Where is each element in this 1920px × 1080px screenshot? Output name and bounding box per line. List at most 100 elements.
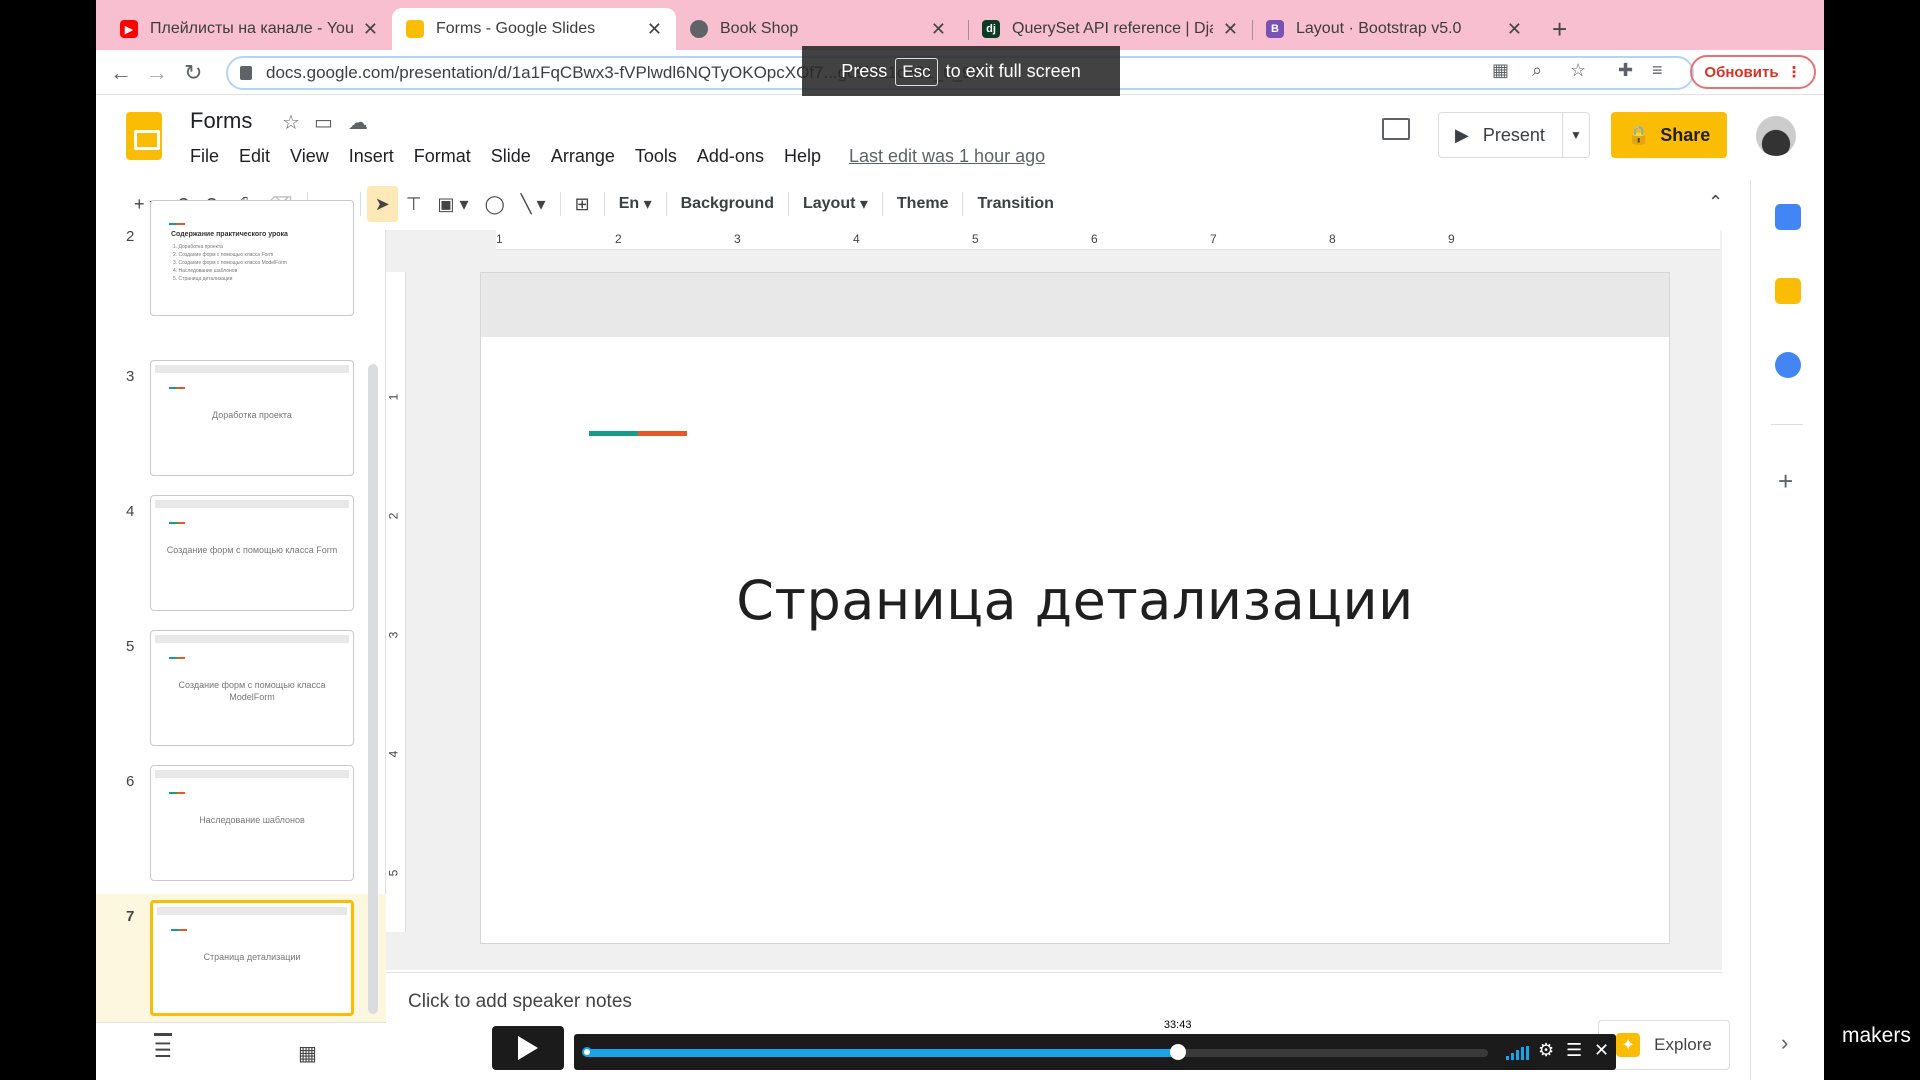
slide-thumbnail[interactable]: Создание форм с помощью класса ModelForm	[150, 630, 354, 746]
tab-bootstrap[interactable]: B Layout · Bootstrap v5.0 ✕	[1252, 8, 1536, 50]
slide-filmstrip: 2 Содержание практического урока 1. Дора…	[96, 200, 386, 1024]
chevron-right-icon[interactable]: ›	[1781, 1030, 1788, 1056]
menu-help[interactable]: Help	[784, 146, 821, 167]
filmstrip-scrollbar[interactable]	[368, 364, 378, 1014]
zoom-icon[interactable]: ⌕	[1532, 60, 1542, 81]
slide-thumbnail[interactable]: Доработка проекта	[150, 360, 354, 476]
toolbar-divider	[559, 192, 561, 216]
slide-thumbnail-row[interactable]: 5 Создание форм с помощью класса ModelFo…	[96, 624, 386, 754]
qr-code-icon[interactable]: ▦	[1492, 60, 1509, 81]
extensions-icon[interactable]: ✚	[1618, 60, 1633, 81]
slides-logo-icon[interactable]	[126, 112, 162, 160]
share-button[interactable]: 🔒 Share	[1611, 112, 1727, 158]
input-tools-button[interactable]: En ▾	[611, 186, 660, 222]
document-title[interactable]: Forms	[190, 108, 252, 134]
ruler-number: 5	[386, 869, 401, 877]
horizontal-ruler: 1 2 3 4 5 6 7 8 9	[496, 230, 1720, 250]
transition-button[interactable]: Transition	[969, 186, 1061, 222]
menu-tools[interactable]: Tools	[635, 146, 677, 167]
image-icon[interactable]: ▣ ▾	[430, 186, 477, 222]
list-item: 5. Страница детализации	[173, 276, 233, 282]
tasks-icon[interactable]	[1775, 352, 1801, 378]
close-tab-icon[interactable]: ✕	[1507, 19, 1522, 40]
slide-title[interactable]: Страница детализации	[481, 569, 1669, 632]
comment-history-icon[interactable]	[1382, 118, 1410, 140]
thumbnail-list: 1. Доработка проекта 2. Создание форм с …	[173, 243, 287, 283]
progress-bar-container: 33:43 ⚙ ☰ ✕	[574, 1018, 1616, 1070]
keep-icon[interactable]	[1775, 278, 1801, 304]
slide-thumbnail-row[interactable]: 4 Создание форм с помощью класса Form	[96, 489, 386, 619]
close-tab-icon[interactable]: ✕	[647, 19, 662, 40]
chevron-up-icon[interactable]: ⌃	[1708, 192, 1723, 213]
move-folder-icon[interactable]: ▭	[314, 110, 333, 135]
slide-canvas[interactable]: Страница детализации	[480, 272, 1670, 944]
bookmark-star-icon[interactable]: ☆	[1570, 60, 1586, 81]
last-edit-link[interactable]: Last edit was 1 hour ago	[849, 146, 1045, 167]
accent-line	[169, 792, 185, 794]
fullscreen-exit-icon[interactable]: ✕	[1594, 1040, 1609, 1061]
slide-thumbnail-row[interactable]: 2 Содержание практического урока 1. Дора…	[96, 200, 386, 330]
add-comment-icon[interactable]: ⊞	[567, 186, 598, 222]
update-browser-button[interactable]: Обновить ⋮	[1690, 55, 1816, 89]
settings-icon[interactable]: ⚙	[1538, 1040, 1554, 1061]
ruler-number: 2	[615, 232, 622, 246]
new-tab-icon[interactable]: +	[1552, 14, 1567, 45]
calendar-icon[interactable]	[1775, 204, 1801, 230]
forward-icon[interactable]: →	[146, 60, 168, 86]
close-tab-icon[interactable]: ✕	[931, 19, 946, 40]
speaker-notes-placeholder[interactable]: Click to add speaker notes	[408, 991, 632, 1013]
menu-arrange[interactable]: Arrange	[551, 146, 615, 167]
tab-title: QuerySet API reference | Django	[1012, 20, 1213, 37]
menu-edit[interactable]: Edit	[239, 146, 270, 167]
star-icon[interactable]: ☆	[282, 110, 300, 135]
menu-insert[interactable]: Insert	[349, 146, 394, 167]
filmstrip-view-icon[interactable]: ☰	[154, 1033, 172, 1063]
grid-view-icon[interactable]: ▦	[298, 1041, 317, 1066]
play-button[interactable]	[492, 1026, 564, 1070]
chevron-down-icon[interactable]: ▼	[1563, 128, 1589, 142]
lock-icon	[240, 66, 252, 80]
tab-book-shop[interactable]: Book Shop ✕	[676, 8, 960, 50]
tab-google-slides[interactable]: Forms - Google Slides ✕	[392, 8, 676, 50]
layout-label: Layout	[802, 195, 856, 212]
progress-handle[interactable]	[1169, 1044, 1186, 1060]
playlist-icon[interactable]: ☰	[1566, 1040, 1582, 1061]
volume-icon[interactable]	[1506, 1046, 1529, 1060]
tab-django[interactable]: dj QuerySet API reference | Django ✕	[968, 8, 1252, 50]
slide-thumbnail[interactable]: Наследование шаблонов	[150, 765, 354, 881]
slide-thumbnail-row[interactable]: 6 Наследование шаблонов	[96, 759, 386, 889]
media-icon[interactable]: ≡	[1652, 60, 1663, 81]
add-addon-icon[interactable]: +	[1778, 466, 1793, 497]
progress-track[interactable]	[584, 1049, 1488, 1057]
layout-button[interactable]: Layout ▾	[795, 186, 876, 222]
menu-format[interactable]: Format	[414, 146, 471, 167]
slide-thumbnail-row[interactable]: 3 Доработка проекта	[96, 354, 386, 484]
text-box-icon[interactable]: ⊤	[398, 186, 430, 222]
close-tab-icon[interactable]: ✕	[363, 19, 378, 40]
ruler-number: 1	[386, 393, 401, 401]
theme-button[interactable]: Theme	[889, 186, 957, 222]
slide-thumbnail-row-current[interactable]: 7 Страница детализации	[96, 894, 386, 1024]
menu-slide[interactable]: Slide	[491, 146, 531, 167]
slide-thumbnail[interactable]: Создание форм с помощью класса Form	[150, 495, 354, 611]
present-icon: ▶	[1455, 124, 1469, 145]
menu-view[interactable]: View	[290, 146, 329, 167]
more-vert-icon: ⋮	[1786, 64, 1802, 81]
line-icon[interactable]: ╲ ▾	[513, 186, 554, 222]
back-icon[interactable]: ←	[110, 60, 132, 86]
tab-youtube[interactable]: ▶ Плейлисты на канале - YouTube ✕	[106, 8, 392, 50]
close-tab-icon[interactable]: ✕	[1223, 19, 1238, 40]
reload-icon[interactable]: ↻	[184, 60, 202, 86]
panel-divider	[1771, 424, 1803, 425]
ruler-number: 6	[1091, 232, 1098, 246]
present-label: Present	[1482, 124, 1545, 145]
shape-icon[interactable]: ◯	[477, 186, 513, 222]
slide-thumbnail[interactable]: Содержание практического урока 1. Дорабо…	[150, 200, 354, 316]
menu-add-ons[interactable]: Add-ons	[697, 146, 764, 167]
background-button[interactable]: Background	[673, 186, 782, 222]
slide-thumbnail-selected[interactable]: Страница детализации	[150, 900, 354, 1016]
present-button[interactable]: ▶ Present ▼	[1438, 112, 1590, 158]
avatar[interactable]	[1756, 116, 1796, 156]
cloud-status-icon[interactable]: ☁	[348, 110, 368, 135]
menu-file[interactable]: File	[190, 146, 219, 167]
